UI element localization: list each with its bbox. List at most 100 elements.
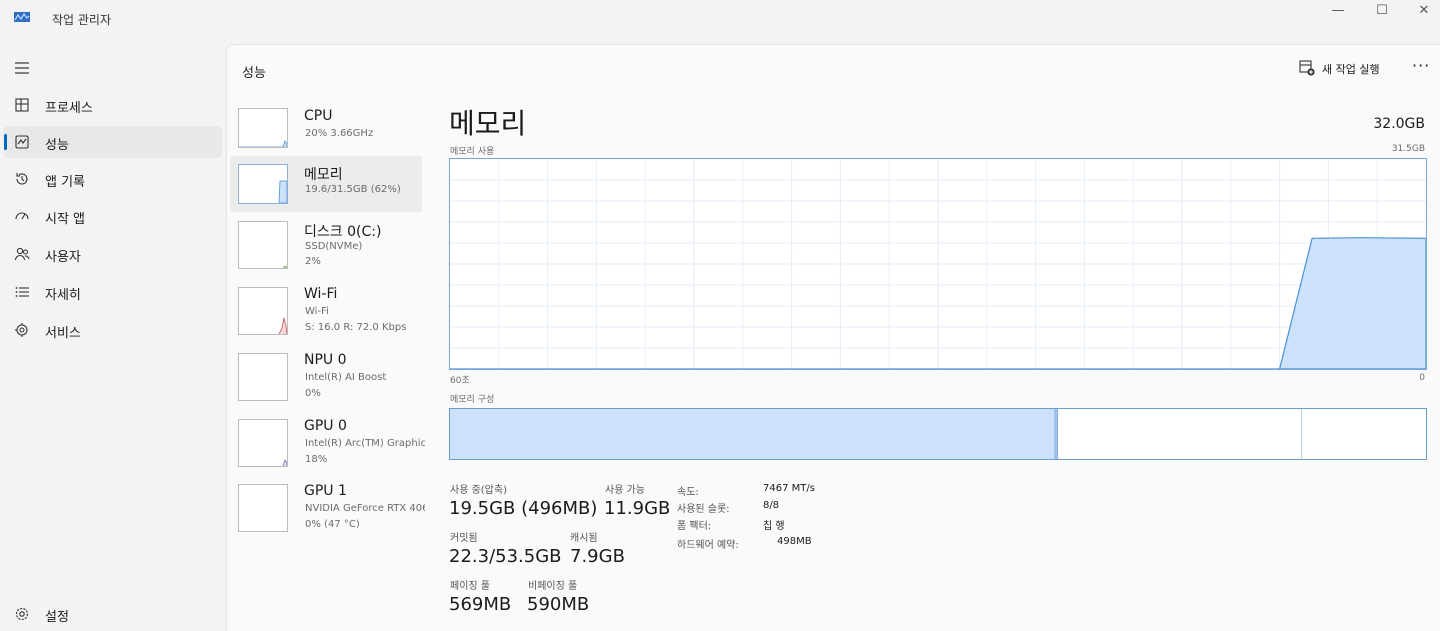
in-use-label: 사용 중(압축) (450, 485, 507, 496)
form-factor-label: 폼 팩터: (677, 521, 712, 532)
device-stat: Intel(R) AI Boost (305, 372, 387, 383)
device-gpu0[interactable]: GPU 0 Intel(R) Arc(TM) Graphics 18% (238, 418, 425, 468)
device-stat: S: 16.0 R: 72.0 Kbps (305, 322, 407, 333)
cached-value: 7.9GB (570, 546, 625, 567)
hw-reserved-label: 하드웨어 예약: (677, 540, 739, 551)
speed-value: 7467 MT/s (763, 483, 815, 494)
settings-icon (15, 607, 29, 621)
wifi-thumbnail (238, 287, 288, 335)
device-stat: 20% 3.66GHz (305, 128, 374, 139)
device-name: GPU 0 (304, 418, 347, 434)
device-name: Wi-Fi (304, 286, 338, 302)
disk-thumbnail (238, 221, 288, 269)
hamburger-menu-icon[interactable] (14, 61, 30, 75)
speed-label: 속도: (677, 487, 699, 498)
memory-total: 32.0GB (1373, 116, 1425, 132)
nonpaged-pool-label: 비페이징 풀 (528, 581, 578, 592)
paged-pool-value: 569MB (449, 594, 512, 615)
app-title: 작업 관리자 (52, 13, 112, 27)
slots-label: 사용된 슬롯: (677, 504, 730, 515)
detail-title: 메모리 (449, 107, 527, 140)
axis-left-label: 60초 (450, 376, 470, 386)
sidebar-item-app-history[interactable]: 앱 기록 (4, 163, 222, 195)
device-disk[interactable]: 디스크 0(C:) SSD(NVMe) 2% (238, 220, 422, 270)
sidebar-item-startup[interactable]: 시작 앱 (4, 200, 222, 232)
memory-usage-graph (449, 158, 1427, 370)
new-task-icon[interactable] (1299, 60, 1315, 76)
device-name: CPU (304, 108, 333, 124)
device-npu[interactable]: NPU 0 Intel(R) AI Boost 0% (238, 352, 422, 402)
available-value: 11.9GB (604, 498, 671, 519)
users-icon (14, 247, 30, 261)
device-name: NPU 0 (304, 352, 347, 368)
device-stat: 0% (305, 388, 321, 399)
device-stat: Intel(R) Arc(TM) Graphics (305, 438, 425, 449)
in-use-value: 19.5GB (496MB) (449, 498, 598, 519)
composition-standby (1058, 409, 1303, 459)
form-factor-value: 칩 행 (763, 521, 785, 532)
sidebar-item-performance[interactable]: 성능 (4, 126, 222, 158)
sidebar-item-users[interactable]: 사용자 (4, 238, 222, 270)
npu-thumbnail (238, 353, 288, 401)
sidebar-item-details[interactable]: 자세히 (4, 276, 222, 308)
memory-thumbnail (238, 164, 288, 204)
gpu1-thumbnail (238, 484, 288, 532)
usage-graph-label: 메모리 사용 (450, 147, 495, 157)
active-indicator (4, 134, 7, 150)
new-task-button[interactable]: 새 작업 실행 (1322, 61, 1380, 77)
nonpaged-pool-value: 590MB (527, 594, 590, 615)
page-title: 성능 (242, 66, 266, 81)
device-memory[interactable]: 메모리 19.6/31.5GB (62%) (238, 163, 422, 207)
sidebar-item-label: 성능 (45, 138, 69, 153)
committed-value: 22.3/53.5GB (449, 546, 562, 567)
device-stat: SSD(NVMe) (305, 241, 363, 252)
more-options-button[interactable]: ··· (1412, 56, 1430, 75)
processes-icon (15, 98, 29, 112)
available-label: 사용 가능 (605, 485, 645, 496)
sidebar-item-settings[interactable]: 설정 (4, 598, 222, 630)
hw-reserved-value: 498MB (777, 536, 812, 547)
sidebar-item-label: 사용자 (45, 250, 81, 265)
device-stat: Wi-Fi (305, 306, 329, 317)
close-button[interactable]: ✕ (1404, 2, 1440, 20)
performance-icon (15, 135, 29, 149)
sidebar-item-label: 서비스 (45, 326, 81, 341)
sidebar-item-services[interactable]: 서비스 (4, 314, 222, 346)
slots-value: 8/8 (763, 500, 780, 511)
device-wifi[interactable]: Wi-Fi Wi-Fi S: 16.0 R: 72.0 Kbps (238, 286, 422, 336)
cached-label: 캐시됨 (570, 533, 598, 544)
device-stat: 19.6/31.5GB (62%) (305, 184, 401, 195)
composition-free (1302, 409, 1426, 459)
maximize-button[interactable]: ☐ (1362, 2, 1402, 20)
services-icon (15, 323, 28, 337)
startup-icon (15, 212, 29, 220)
device-gpu1[interactable]: GPU 1 NVIDIA GeForce RTX 4060 0% (47 °C) (238, 483, 425, 533)
sidebar-item-label: 앱 기록 (45, 175, 86, 190)
device-stat: NVIDIA GeForce RTX 4060 (305, 503, 425, 514)
app-logo-icon (14, 12, 30, 22)
device-name: 디스크 0(C:) (304, 224, 382, 240)
committed-label: 커밋됨 (450, 533, 478, 544)
device-stat: 18% (305, 454, 328, 465)
sidebar-item-label: 프로세스 (45, 101, 93, 116)
sidebar-item-label: 자세히 (45, 288, 81, 303)
minimize-button[interactable]: — (1318, 2, 1358, 20)
device-cpu[interactable]: CPU 20% 3.66GHz (238, 107, 422, 151)
axis-right-label: 0 (1419, 373, 1425, 383)
device-name: 메모리 (304, 167, 343, 183)
gpu0-thumbnail (238, 419, 288, 467)
composition-in-use (450, 409, 1056, 459)
device-stat: 2% (305, 256, 321, 267)
sidebar-item-processes[interactable]: 프로세스 (4, 89, 222, 121)
sidebar-item-label: 시작 앱 (45, 212, 86, 227)
memory-composition-bar (449, 408, 1427, 460)
paged-pool-label: 페이징 풀 (450, 581, 490, 592)
device-stat: 0% (47 °C) (305, 519, 360, 530)
sidebar-item-label: 설정 (45, 610, 69, 625)
cpu-thumbnail (238, 108, 288, 148)
composition-label: 메모리 구성 (450, 395, 495, 405)
usage-graph-max: 31.5GB (1391, 144, 1425, 154)
device-name: GPU 1 (304, 483, 347, 499)
details-icon (15, 287, 29, 297)
history-icon (16, 173, 28, 185)
